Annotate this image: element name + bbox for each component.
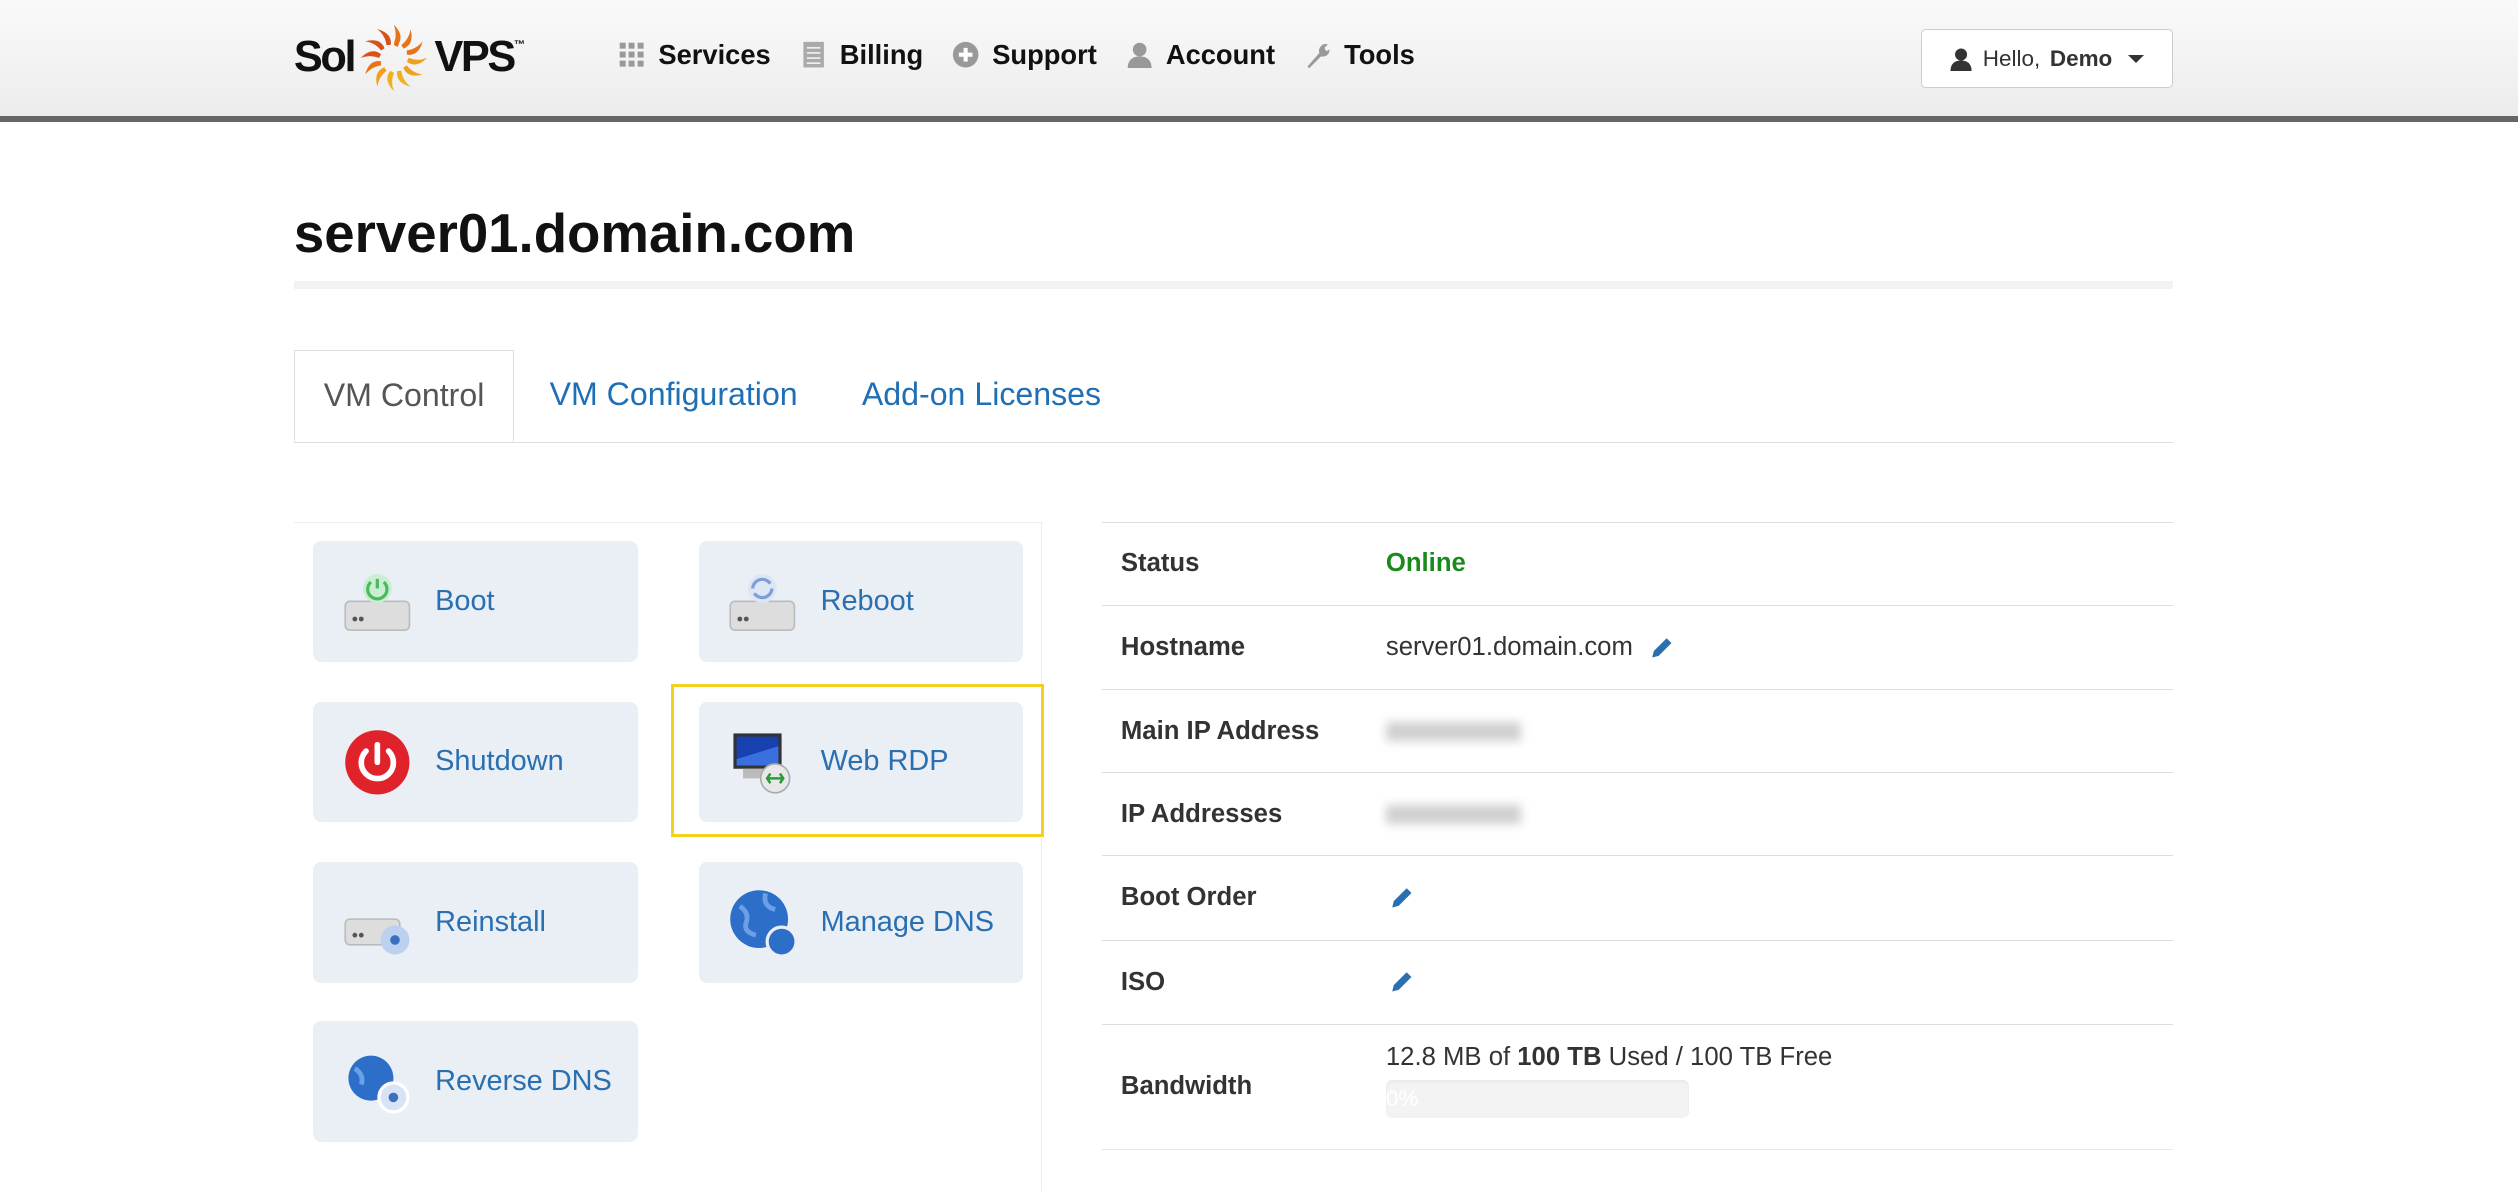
row-label: Hostname bbox=[1120, 633, 1246, 662]
tab-vm-configuration[interactable]: VM Configuration bbox=[521, 350, 827, 442]
bandwidth-progress-bar: 0% bbox=[1385, 1079, 1690, 1119]
nav-billing[interactable]: Billing bbox=[800, 38, 924, 71]
nav-services[interactable]: Services bbox=[618, 38, 771, 71]
hostname-row: Hostname server01.domain.com bbox=[1101, 606, 2173, 691]
reinstall-drive-icon bbox=[344, 918, 410, 955]
button-label: Boot bbox=[435, 584, 495, 617]
reboot-button[interactable]: Reboot bbox=[698, 541, 1023, 662]
blurred-ip bbox=[1385, 721, 1521, 741]
edit-pencil-icon[interactable] bbox=[1649, 635, 1675, 661]
remote-desktop-icon bbox=[733, 733, 791, 794]
edit-pencil-icon[interactable] bbox=[1389, 885, 1415, 911]
main-ip-row: Main IP Address bbox=[1101, 690, 2173, 774]
status-value: Online bbox=[1385, 549, 1466, 578]
status-row: Status Online bbox=[1101, 523, 2173, 606]
plus-circle-icon bbox=[952, 41, 979, 68]
user-menu-button[interactable]: Hello, Demo bbox=[1920, 28, 2173, 89]
globe-icon bbox=[730, 890, 799, 958]
list-icon bbox=[803, 41, 824, 68]
row-label: Status bbox=[1120, 549, 1200, 578]
boot-order-row: Boot Order bbox=[1101, 856, 2173, 941]
sun-logo-icon bbox=[360, 24, 428, 92]
nav-support[interactable]: Support bbox=[952, 39, 1097, 71]
nav-label: Tools bbox=[1344, 38, 1415, 70]
logo-text: VPS bbox=[434, 33, 516, 82]
web-rdp-button[interactable]: Web RDP bbox=[698, 701, 1023, 823]
manage-dns-button[interactable]: Manage DNS bbox=[698, 862, 1023, 983]
row-label: Main IP Address bbox=[1120, 716, 1320, 745]
shutdown-button[interactable]: Shutdown bbox=[313, 701, 638, 823]
ip-addresses-row: IP Addresses bbox=[1101, 773, 2173, 857]
iso-row: ISO bbox=[1101, 941, 2173, 1026]
reinstall-button[interactable]: Reinstall bbox=[313, 862, 638, 983]
reverse-dns-button[interactable]: Reverse DNS bbox=[313, 1021, 638, 1142]
page-title: server01.domain.com bbox=[293, 203, 856, 265]
solvps-logo[interactable]: Sol VPS ™ bbox=[294, 22, 525, 93]
hostname-value: server01.domain.com bbox=[1385, 633, 1633, 662]
reverse-dns-globe-icon bbox=[348, 1055, 410, 1114]
blurred-ip bbox=[1385, 804, 1521, 824]
trademark: ™ bbox=[513, 38, 526, 51]
title-divider bbox=[293, 281, 2173, 290]
user-name: Demo bbox=[2049, 45, 2113, 71]
wrench-icon bbox=[1307, 43, 1330, 69]
user-icon bbox=[1127, 42, 1152, 69]
button-label: Reboot bbox=[820, 584, 914, 617]
button-label: Manage DNS bbox=[820, 906, 995, 939]
user-icon bbox=[1950, 48, 1972, 71]
main-nav: Services Billing Support Account Tools bbox=[618, 39, 1415, 71]
boot-drive-icon bbox=[344, 574, 411, 632]
row-label: ISO bbox=[1120, 967, 1166, 996]
reboot-drive-icon bbox=[729, 574, 796, 632]
power-icon bbox=[345, 729, 410, 795]
progress-label: 0% bbox=[1385, 1085, 1419, 1111]
button-label: Reinstall bbox=[435, 906, 546, 939]
caret-down-icon bbox=[2128, 54, 2145, 63]
server-details-table: Status Online Hostname server01.domain.c… bbox=[1101, 521, 2173, 1150]
top-navbar: Sol VPS ™ Services Billing Support Accou… bbox=[0, 0, 2518, 122]
row-label: Boot Order bbox=[1120, 883, 1257, 912]
nav-tools[interactable]: Tools bbox=[1304, 39, 1415, 71]
bandwidth-row: Bandwidth 12.8 MB of 100 TB Used / 100 T… bbox=[1101, 1025, 2173, 1150]
boot-button[interactable]: Boot bbox=[313, 541, 638, 662]
greeting: Hello, bbox=[1982, 45, 2041, 71]
button-label: Reverse DNS bbox=[435, 1065, 612, 1098]
nav-label: Services bbox=[658, 38, 771, 70]
tab-vm-control[interactable]: VM Control bbox=[293, 350, 515, 442]
grid-icon bbox=[619, 42, 644, 67]
logo-text: Sol bbox=[293, 33, 357, 82]
nav-label: Support bbox=[992, 38, 1097, 70]
bandwidth-usage: 12.8 MB of 100 TB Used / 100 TB Free bbox=[1385, 1042, 1833, 1071]
tab-add-on-licenses[interactable]: Add-on Licenses bbox=[833, 350, 1130, 442]
nav-account[interactable]: Account bbox=[1126, 39, 1275, 71]
button-label: Web RDP bbox=[820, 745, 949, 778]
edit-pencil-icon[interactable] bbox=[1389, 969, 1415, 995]
button-label: Shutdown bbox=[435, 745, 564, 778]
tab-bar: VM Control VM Configuration Add-on Licen… bbox=[293, 350, 2173, 443]
row-label: IP Addresses bbox=[1120, 799, 1283, 828]
row-label: Bandwidth bbox=[1120, 1072, 1253, 1101]
nav-label: Billing bbox=[839, 38, 924, 70]
nav-label: Account bbox=[1165, 38, 1276, 70]
